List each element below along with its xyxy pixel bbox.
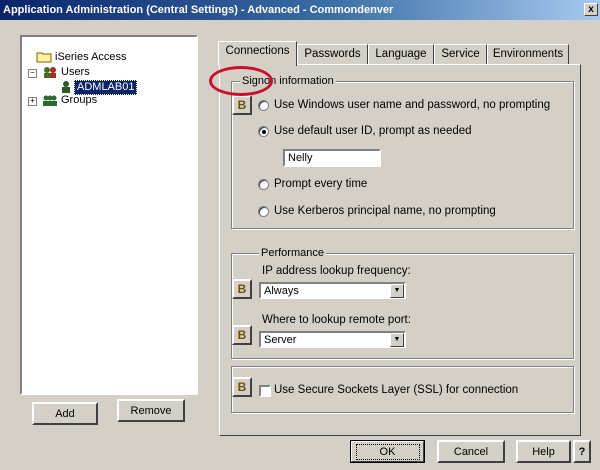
chevron-down-icon[interactable]: ▼ bbox=[390, 284, 404, 298]
radio-prompt-every-time[interactable] bbox=[258, 179, 269, 190]
ip-lookup-select[interactable]: Always ▼ bbox=[259, 282, 406, 299]
annotation-circle bbox=[209, 66, 273, 96]
dialog-window: Application Administration (Central Sett… bbox=[0, 0, 600, 470]
radio-kerberos[interactable] bbox=[258, 206, 269, 217]
ip-lookup-value: Always bbox=[264, 285, 299, 297]
folder-icon bbox=[36, 52, 52, 63]
remote-port-value: Server bbox=[264, 334, 297, 346]
user-icon bbox=[62, 81, 70, 93]
help-button[interactable]: Help bbox=[516, 440, 571, 463]
collapse-users-toggle[interactable]: − bbox=[28, 69, 37, 78]
lock-icon: B bbox=[237, 380, 247, 394]
label-default-user-id: Use default user ID, prompt as needed bbox=[274, 125, 472, 137]
lock-icon: B bbox=[237, 282, 247, 296]
chevron-down-icon[interactable]: ▼ bbox=[390, 333, 404, 347]
tab-environments[interactable]: Environments bbox=[487, 44, 569, 65]
title-bar[interactable]: Application Administration (Central Sett… bbox=[0, 0, 600, 20]
context-help-button[interactable]: ? bbox=[573, 440, 591, 463]
lock-icon: B bbox=[237, 98, 247, 112]
tab-service[interactable]: Service bbox=[434, 44, 487, 65]
ip-lookup-label: IP address lookup frequency: bbox=[262, 265, 411, 277]
default-user-id-field[interactable]: Nelly bbox=[283, 149, 381, 167]
label-prompt-every-time: Prompt every time bbox=[274, 178, 368, 190]
tab-passwords[interactable]: Passwords bbox=[297, 44, 368, 65]
remote-port-lock-button[interactable]: B bbox=[232, 325, 252, 345]
expand-groups-toggle[interactable]: + bbox=[28, 97, 37, 106]
users-icon bbox=[44, 67, 56, 78]
tab-language[interactable]: Language bbox=[368, 44, 434, 65]
ok-button[interactable]: OK bbox=[350, 440, 425, 463]
tree-label-groups: Groups bbox=[61, 94, 98, 106]
remove-button[interactable]: Remove bbox=[117, 399, 185, 422]
tree-label-iseries-access: iSeries Access bbox=[55, 51, 127, 63]
ssl-label: Use Secure Sockets Layer (SSL) for conne… bbox=[274, 384, 519, 396]
add-button[interactable]: Add bbox=[32, 402, 98, 425]
ssl-lock-button[interactable]: B bbox=[232, 377, 252, 397]
tree-label-admlab01: ADMLAB01 bbox=[74, 80, 138, 95]
remote-port-label: Where to lookup remote port: bbox=[262, 314, 411, 326]
label-windows-credentials: Use Windows user name and password, no p… bbox=[274, 99, 551, 111]
window-title: Application Administration (Central Sett… bbox=[3, 4, 394, 16]
ip-lookup-lock-button[interactable]: B bbox=[232, 279, 252, 299]
label-kerberos: Use Kerberos principal name, no promptin… bbox=[274, 205, 496, 217]
groups-icon bbox=[43, 95, 57, 106]
cancel-button[interactable]: Cancel bbox=[437, 440, 505, 463]
lock-icon: B bbox=[237, 328, 247, 342]
tree-label-users: Users bbox=[61, 66, 90, 78]
close-button[interactable]: x bbox=[584, 3, 598, 16]
radio-default-user-id[interactable] bbox=[258, 126, 269, 137]
performance-legend: Performance bbox=[259, 247, 326, 259]
ssl-checkbox[interactable] bbox=[259, 385, 271, 397]
radio-windows-credentials[interactable] bbox=[258, 100, 269, 111]
ok-label: OK bbox=[355, 443, 420, 460]
tab-connections[interactable]: Connections bbox=[218, 41, 297, 66]
remote-port-select[interactable]: Server ▼ bbox=[259, 331, 406, 348]
signon-lock-button[interactable]: B bbox=[232, 95, 252, 115]
user-tree[interactable]: iSeries Access − Users ADMLAB01 + Groups bbox=[20, 35, 198, 395]
